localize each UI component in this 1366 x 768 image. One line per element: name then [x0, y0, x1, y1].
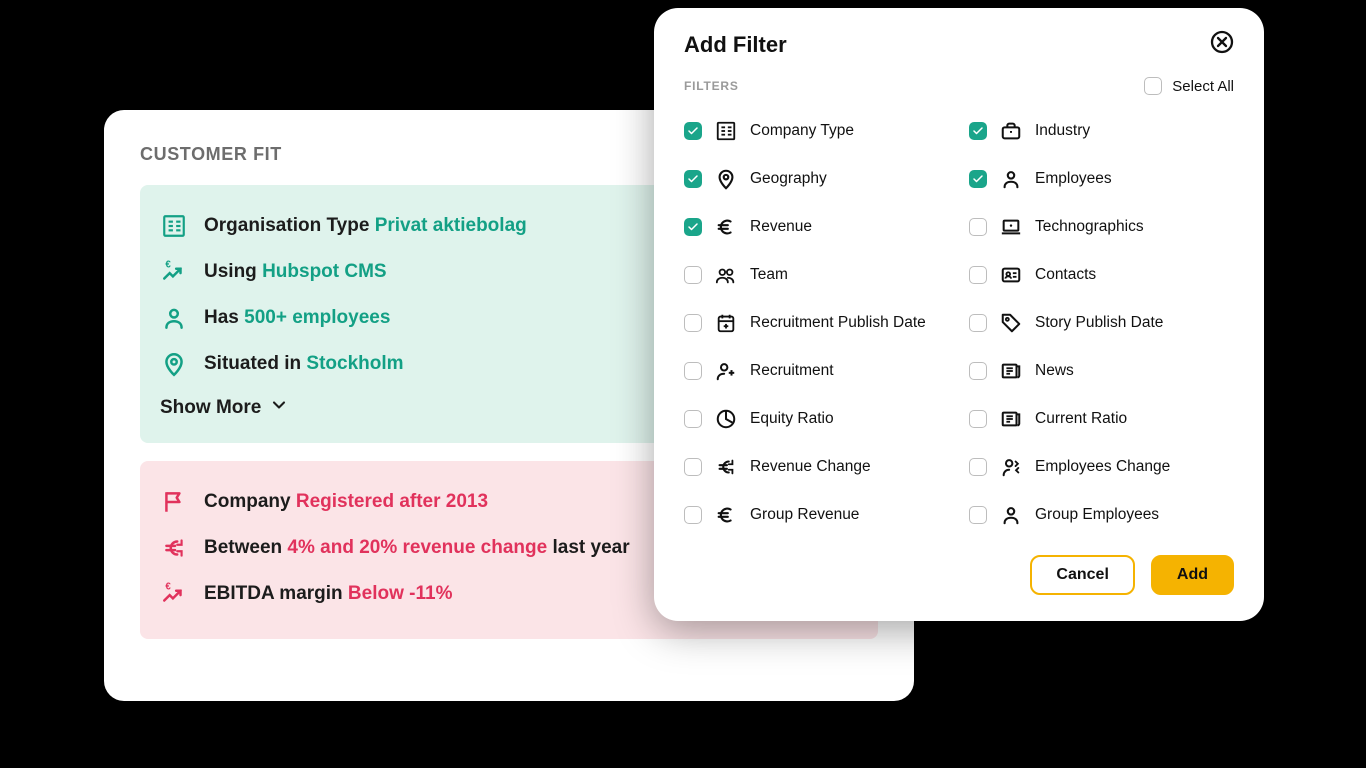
filter-item[interactable]: Contacts [969, 251, 1234, 299]
select-all-checkbox[interactable] [1144, 77, 1162, 95]
filter-label: News [1035, 362, 1074, 380]
calendar-plus-icon [714, 312, 738, 334]
pie-icon [714, 408, 738, 430]
filter-item[interactable]: Industry [969, 107, 1234, 155]
filter-checkbox[interactable] [684, 122, 702, 140]
person-plus-icon [714, 360, 738, 382]
euro-icon [714, 504, 738, 526]
filter-label: Employees [1035, 170, 1112, 188]
fit-row-text: Company Registered after 2013 [204, 491, 488, 513]
trend-euro-icon [160, 581, 188, 607]
filter-item[interactable]: Current Ratio [969, 395, 1234, 443]
select-all-toggle[interactable]: Select All [1144, 77, 1234, 95]
filter-item[interactable]: Technographics [969, 203, 1234, 251]
filter-checkbox[interactable] [969, 218, 987, 236]
filter-item[interactable]: Group Employees [969, 491, 1234, 539]
filter-item[interactable]: Equity Ratio [684, 395, 949, 443]
chevron-down-icon [269, 395, 289, 421]
filter-label: Industry [1035, 122, 1090, 140]
filter-checkbox[interactable] [684, 410, 702, 428]
person-icon [999, 504, 1023, 526]
add-button[interactable]: Add [1151, 555, 1234, 595]
filter-checkbox[interactable] [684, 170, 702, 188]
filter-item[interactable]: Revenue [684, 203, 949, 251]
id-card-icon [999, 264, 1023, 286]
filter-checkbox[interactable] [684, 314, 702, 332]
flag-icon [160, 489, 188, 515]
filter-label: Contacts [1035, 266, 1096, 284]
fit-row-text: Has 500+ employees [204, 307, 390, 329]
euro-exchange-icon [714, 456, 738, 478]
person-icon [160, 305, 188, 331]
filter-label: Revenue [750, 218, 812, 236]
add-filter-modal: Add Filter FILTERS Select All Company Ty… [654, 8, 1264, 621]
person-icon [999, 168, 1023, 190]
tag-icon [999, 312, 1023, 334]
filters-section-label: FILTERS [684, 79, 739, 93]
filter-label: Revenue Change [750, 458, 871, 476]
filter-item[interactable]: Story Publish Date [969, 299, 1234, 347]
close-button[interactable] [1210, 30, 1234, 59]
filter-label: Story Publish Date [1035, 314, 1163, 332]
filter-checkbox[interactable] [969, 362, 987, 380]
filter-checkbox[interactable] [684, 218, 702, 236]
modal-title: Add Filter [684, 32, 787, 58]
filter-checkbox[interactable] [969, 410, 987, 428]
filter-label: Team [750, 266, 788, 284]
person-swap-icon [999, 456, 1023, 478]
fit-row-text: Organisation Type Privat aktiebolag [204, 215, 527, 237]
filter-item[interactable]: Employees [969, 155, 1234, 203]
filter-label: Employees Change [1035, 458, 1170, 476]
filter-item[interactable]: Geography [684, 155, 949, 203]
pin-icon [160, 351, 188, 377]
filter-label: Group Employees [1035, 506, 1159, 524]
fit-row-text: Using Hubspot CMS [204, 261, 387, 283]
filter-checkbox[interactable] [684, 506, 702, 524]
filter-item[interactable]: Group Revenue [684, 491, 949, 539]
filter-label: Recruitment Publish Date [750, 314, 926, 332]
euro-exchange-icon [160, 535, 188, 561]
fit-row-text: Situated in Stockholm [204, 353, 404, 375]
fit-row-text: EBITDA margin Below -11% [204, 583, 452, 605]
filter-item[interactable]: Revenue Change [684, 443, 949, 491]
filter-checkbox[interactable] [969, 122, 987, 140]
filter-item[interactable]: Recruitment Publish Date [684, 299, 949, 347]
fit-row-text: Between 4% and 20% revenue change last y… [204, 537, 630, 559]
show-more-label: Show More [160, 397, 261, 419]
building-icon [714, 120, 738, 142]
filter-item[interactable]: Team [684, 251, 949, 299]
filter-label: Group Revenue [750, 506, 859, 524]
filter-checkbox[interactable] [969, 170, 987, 188]
select-all-label: Select All [1172, 78, 1234, 95]
filter-checkbox[interactable] [684, 458, 702, 476]
filter-item[interactable]: News [969, 347, 1234, 395]
cancel-button[interactable]: Cancel [1030, 555, 1134, 595]
team-icon [714, 264, 738, 286]
filter-label: Current Ratio [1035, 410, 1127, 428]
filter-checkbox[interactable] [684, 362, 702, 380]
filter-checkbox[interactable] [969, 506, 987, 524]
filter-item[interactable]: Company Type [684, 107, 949, 155]
filter-checkbox[interactable] [969, 314, 987, 332]
filter-label: Technographics [1035, 218, 1144, 236]
filter-checkbox[interactable] [684, 266, 702, 284]
building-icon [160, 213, 188, 239]
filter-item[interactable]: Recruitment [684, 347, 949, 395]
filter-label: Recruitment [750, 362, 834, 380]
close-icon [1210, 41, 1234, 58]
news-icon [999, 408, 1023, 430]
filter-label: Equity Ratio [750, 410, 834, 428]
filter-label: Company Type [750, 122, 854, 140]
filter-checkbox[interactable] [969, 458, 987, 476]
news-icon [999, 360, 1023, 382]
filter-item[interactable]: Employees Change [969, 443, 1234, 491]
pin-icon [714, 168, 738, 190]
filter-label: Geography [750, 170, 827, 188]
filter-checkbox[interactable] [969, 266, 987, 284]
briefcase-icon [999, 120, 1023, 142]
laptop-icon [999, 216, 1023, 238]
trend-euro-icon [160, 259, 188, 285]
euro-icon [714, 216, 738, 238]
